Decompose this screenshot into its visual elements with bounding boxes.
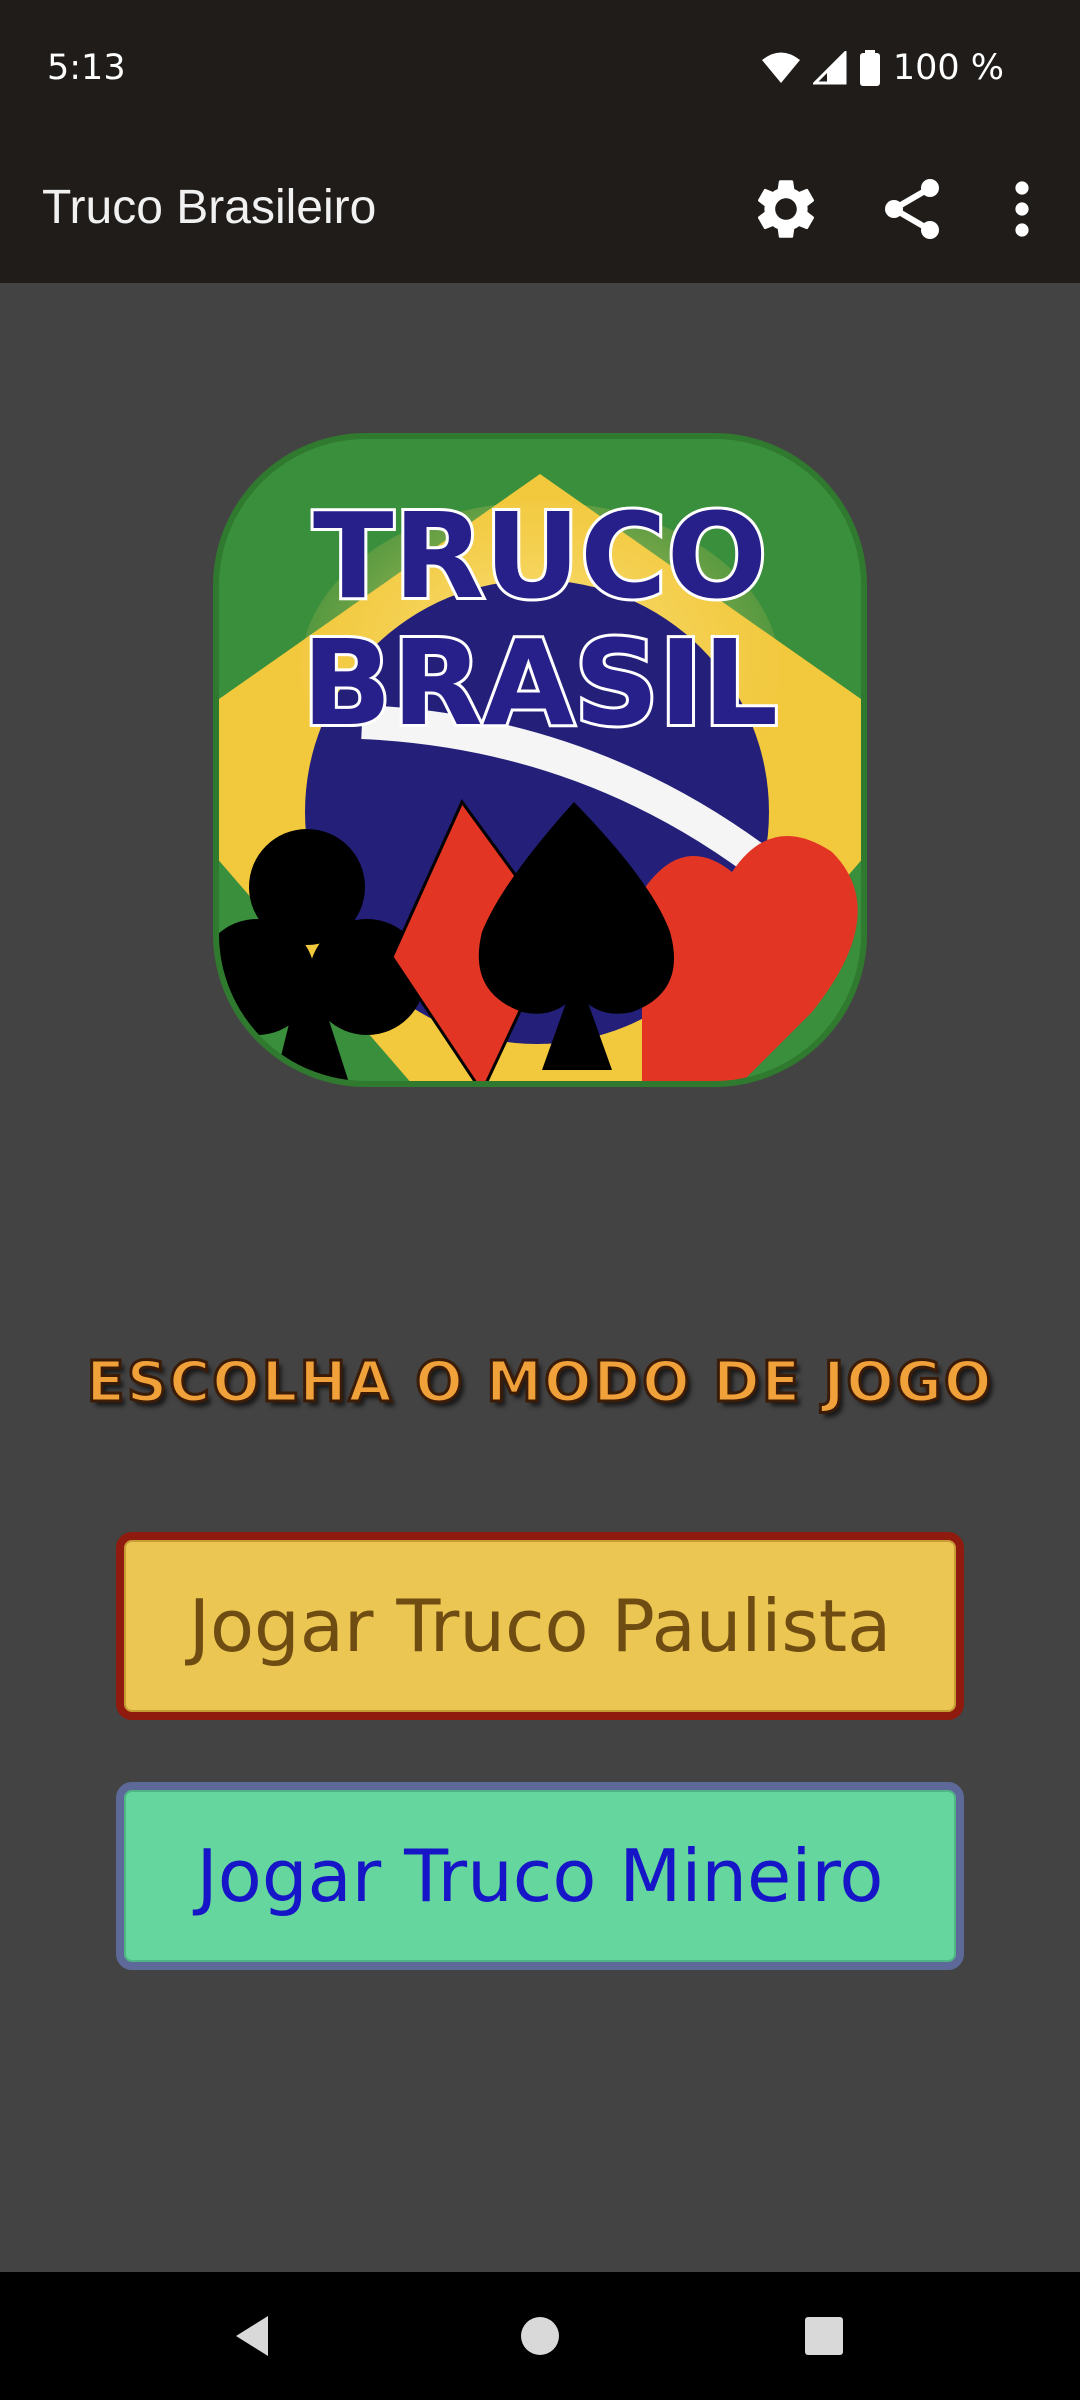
recents-icon[interactable] xyxy=(792,2304,856,2368)
battery-icon xyxy=(859,50,880,86)
logo-text-line1: TRUCO xyxy=(313,487,767,625)
system-nav-bar xyxy=(0,2272,1080,2400)
app-logo: TRUCO BRASIL xyxy=(212,432,868,1088)
logo-text-line2: BRASIL xyxy=(302,614,778,752)
status-bar: 5:13 100 % xyxy=(0,0,1080,134)
more-vert-icon xyxy=(1015,181,1029,237)
game-mode-heading: ESCOLHA O MODO DE JOGO xyxy=(85,1349,994,1417)
back-icon[interactable] xyxy=(222,2304,286,2368)
heart-suit-icon xyxy=(642,836,858,1084)
app-bar: Truco Brasileiro xyxy=(0,134,1080,283)
status-time: 5:13 xyxy=(47,48,126,88)
play-truco-paulista-button[interactable]: Jogar Truco Paulista xyxy=(116,1532,964,1720)
cell-signal-icon xyxy=(812,51,847,85)
share-button[interactable] xyxy=(870,167,954,251)
status-icons: 100 % xyxy=(761,46,1004,90)
app-title: Truco Brasileiro xyxy=(42,181,377,234)
truco-brasil-logo: TRUCO BRASIL xyxy=(213,433,867,1087)
play-truco-mineiro-label: Jogar Truco Mineiro xyxy=(196,1834,884,1918)
wifi-icon xyxy=(761,52,800,83)
play-truco-paulista-label: Jogar Truco Paulista xyxy=(188,1584,892,1668)
settings-button[interactable] xyxy=(744,167,828,251)
share-icon xyxy=(885,179,939,239)
play-truco-mineiro-button[interactable]: Jogar Truco Mineiro xyxy=(116,1782,964,1970)
battery-percentage: 100 % xyxy=(892,48,1004,88)
overflow-menu-button[interactable] xyxy=(980,167,1064,251)
gear-icon xyxy=(757,180,815,238)
home-icon[interactable] xyxy=(508,2304,572,2368)
